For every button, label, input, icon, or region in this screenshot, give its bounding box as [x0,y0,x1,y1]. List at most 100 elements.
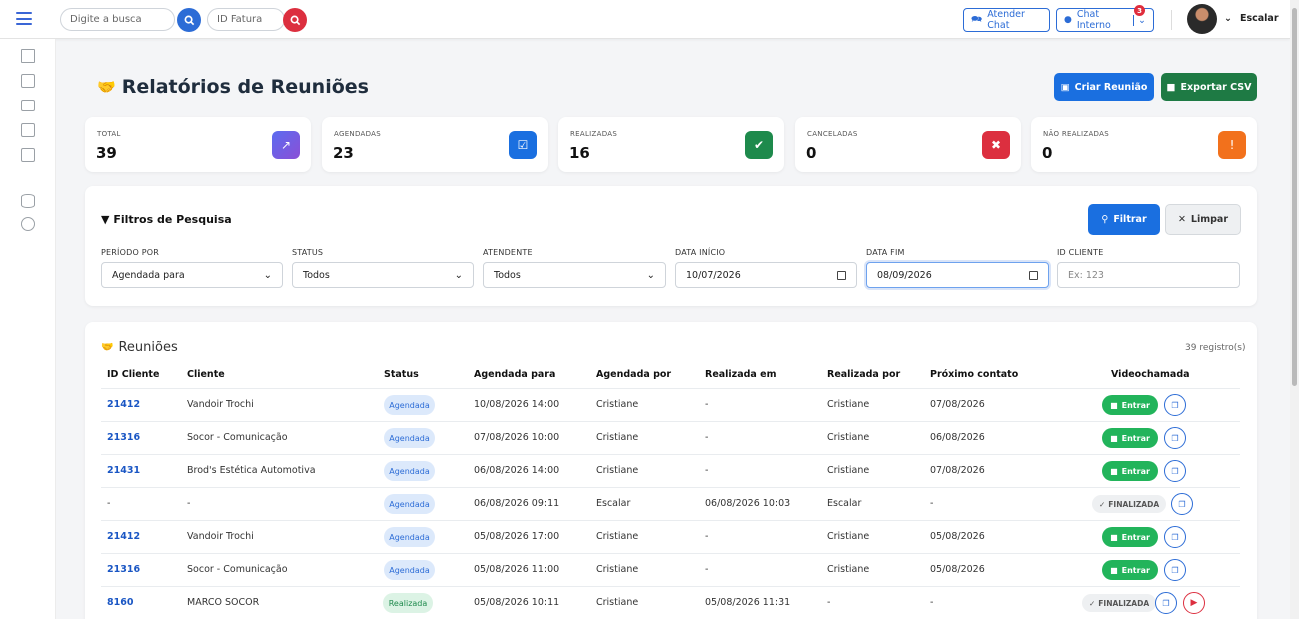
play-icon: ▶ [1190,598,1198,608]
data-fim-input[interactable]: 08/09/2026 [866,262,1049,288]
chat-bubble-icon: ● [1064,15,1072,25]
copy-link-button[interactable]: ❐ [1164,460,1186,482]
video-icon: ■ [1110,466,1118,476]
table-cell-realizada-em: - [705,432,709,443]
table-cell-agendada-para: 05/08/2026 10:11 [474,597,560,608]
scrollbar[interactable] [1290,0,1299,619]
clear-button[interactable]: ✕ Limpar [1165,204,1241,235]
export-csv-label: Exportar CSV [1180,81,1252,93]
join-call-label: Entrar [1121,400,1150,410]
filter-button[interactable]: ⚲ Filtrar [1088,204,1160,235]
power-icon[interactable] [21,217,35,231]
invoice-search-button[interactable] [283,8,307,32]
table-cell-agendada-por: Cristiane [596,531,639,542]
table-cell-realizada-em: - [705,399,709,410]
invoice-id-input[interactable]: ID Fatura [207,8,285,31]
meetings-title-text: Reuniões [118,340,178,355]
search-input[interactable]: Digite a busca [60,8,175,31]
copy-link-button[interactable]: ❐ [1164,427,1186,449]
meetings-title: 🤝 Reuniões [101,340,178,355]
record-count: 39 registro(s) [1185,343,1246,353]
copy-link-button[interactable]: ❐ [1164,559,1186,581]
avatar[interactable] [1187,4,1217,34]
copy-icon: ❐ [1171,433,1179,443]
page-title: 🤝 Relatórios de Reuniões [97,76,369,98]
periodo-select[interactable]: Agendada para ⌄ [101,262,283,288]
table-cell-cliente: MARCO SOCOR [187,597,260,608]
chat-bubbles-icon: 🗪 [971,15,983,25]
chart-line-icon[interactable] [21,148,35,162]
menu-icon[interactable] [16,12,32,25]
table-cell-id[interactable]: 21316 [107,432,140,443]
join-call-button[interactable]: ■ Entrar [1102,395,1158,415]
clear-button-label: Limpar [1190,214,1229,225]
home-icon[interactable] [21,49,35,63]
data-inicio-label: DATA INÍCIO [675,248,726,257]
document-icon[interactable] [21,123,35,137]
chevron-down-icon: ⌄ [454,269,463,281]
table-cell-id[interactable]: 21431 [107,465,140,476]
scrollbar-thumb[interactable] [1292,8,1297,386]
atender-chat-label: Atender Chat [987,9,1025,31]
copy-link-button[interactable]: ❐ [1155,592,1177,614]
join-call-button[interactable]: ■ Entrar [1102,527,1158,547]
table-cell-cliente: - [187,498,191,509]
export-csv-button[interactable]: ■ Exportar CSV [1161,73,1257,101]
create-meeting-button[interactable]: ▣ Criar Reunião [1054,73,1154,101]
copy-link-button[interactable]: ❐ [1171,493,1193,515]
table-cell-realizada-por: - [827,597,831,608]
create-meeting-label: Criar Reunião [1074,81,1148,93]
data-inicio-input[interactable]: 10/07/2026 [675,262,857,288]
message-icon[interactable] [21,100,35,111]
table-cell-id[interactable]: 21412 [107,531,140,542]
column-header: Cliente [187,369,225,380]
play-recording-button[interactable]: ▶ [1183,592,1205,614]
calendar-icon[interactable] [837,270,846,280]
stat-card-agendadas: AGENDADAS 23 ☑ [322,117,548,172]
data-inicio-value: 10/07/2026 [686,269,741,281]
chevron-down-icon: ⌄ [1133,14,1146,26]
table-cell-agendada-para: 05/08/2026 11:00 [474,564,560,575]
column-header: ID Cliente [107,369,160,380]
search-button[interactable] [177,8,201,32]
chevron-down-icon: ⌄ [1224,13,1232,24]
table-cell-realizada-por: Escalar [827,498,862,509]
status-badge: Realizada [383,593,433,613]
calendar-icon[interactable] [1029,270,1038,280]
column-header: Agendada para [474,369,556,380]
stat-value: 23 [333,144,354,162]
join-call-button[interactable]: ■ Entrar [1102,428,1158,448]
table-cell-id[interactable]: 21316 [107,564,140,575]
column-header: Realizada em [705,369,777,380]
table-cell-agendada-por: Cristiane [596,564,639,575]
row-divider [101,487,1240,488]
copy-link-button[interactable]: ❐ [1164,526,1186,548]
database-icon[interactable] [21,194,35,208]
video-icon: ■ [1110,400,1118,410]
id-cliente-label: ID CLIENTE [1057,248,1104,257]
atendente-select[interactable]: Todos ⌄ [483,262,666,288]
id-cliente-input[interactable]: Ex: 123 [1057,262,1240,288]
atender-chat-button[interactable]: 🗪 Atender Chat [963,8,1050,32]
video-icon: ■ [1110,433,1118,443]
status-label: STATUS [292,248,324,257]
table-cell-id[interactable]: 21412 [107,399,140,410]
chevron-down-icon: ⌄ [646,269,655,281]
contacts-icon[interactable] [21,74,35,88]
table-cell-id[interactable]: 8160 [107,597,133,608]
row-divider [101,421,1240,422]
handshake-icon: 🤝 [97,78,116,96]
user-menu[interactable]: ⌄ Escalar [1224,13,1279,24]
close-icon: ✕ [1177,214,1186,225]
column-header: Próximo contato [930,369,1019,380]
table-cell-realizada-em: - [705,465,709,476]
notification-badge: 3 [1134,5,1145,16]
join-call-button[interactable]: ■ Entrar [1102,461,1158,481]
chat-interno-button[interactable]: ● Chat Interno ⌄ 3 [1056,5,1154,32]
join-call-button[interactable]: ■ Entrar [1102,560,1158,580]
table-cell-proximo: - [930,498,934,509]
copy-link-button[interactable]: ❐ [1164,394,1186,416]
status-value: Todos [303,269,330,281]
status-select[interactable]: Todos ⌄ [292,262,474,288]
join-call-label: Entrar [1121,466,1150,476]
